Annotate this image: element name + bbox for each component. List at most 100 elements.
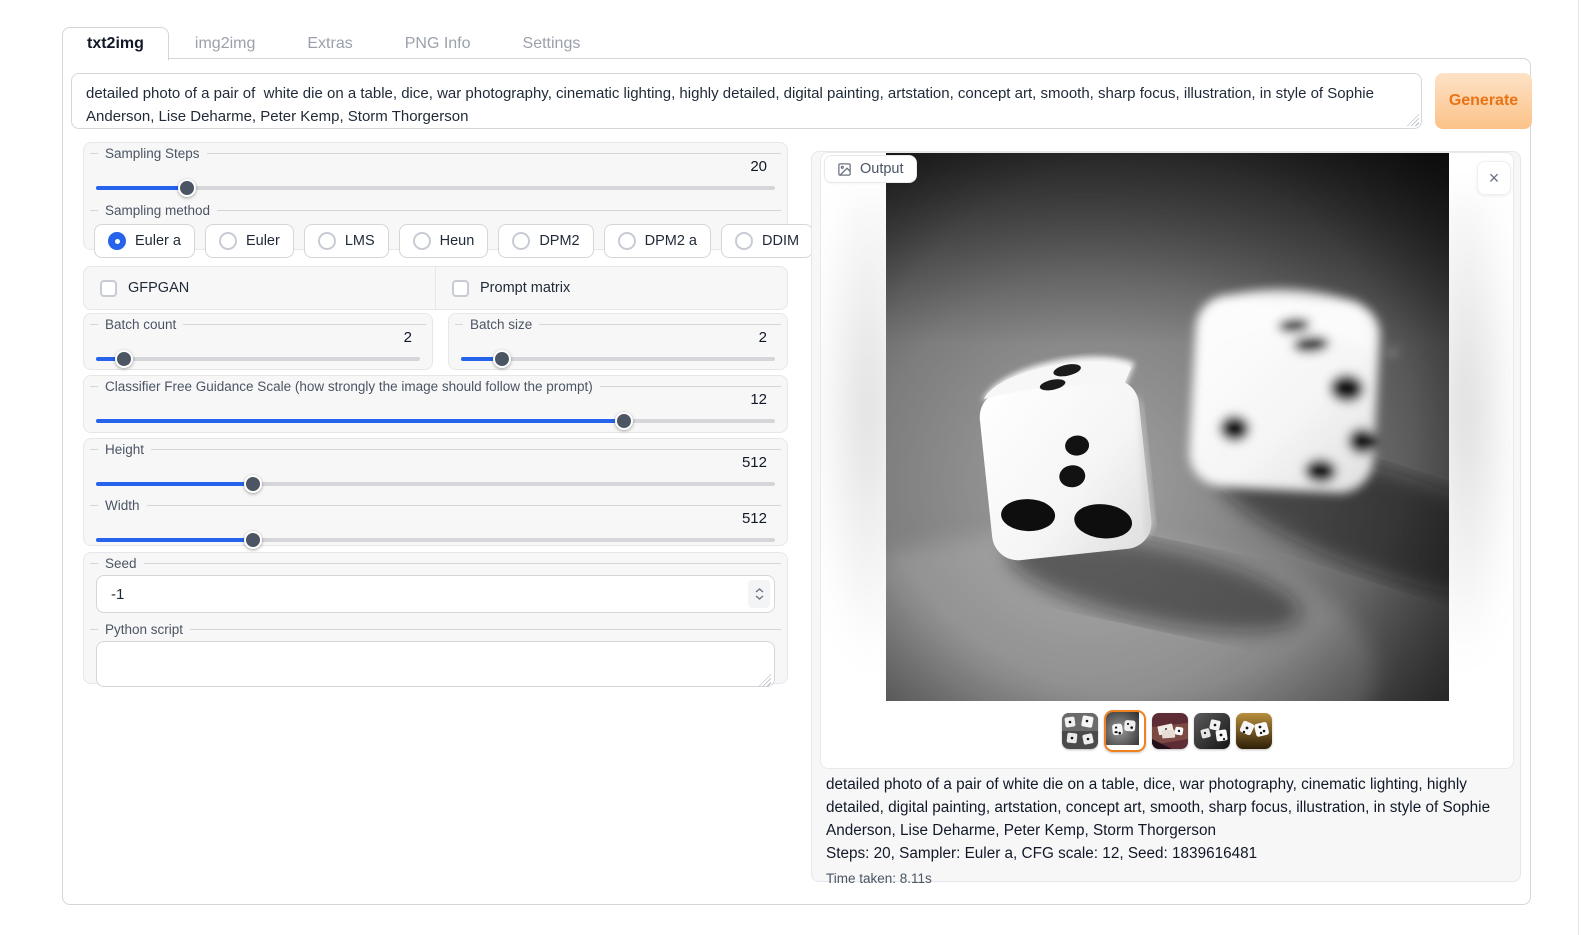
radio-icon [735, 232, 753, 250]
chevron-up-icon [755, 588, 764, 593]
seed-input[interactable] [96, 575, 775, 613]
tab-settings[interactable]: Settings [497, 28, 607, 59]
cfg-scale-field: Classifier Free Guidance Scale (how stro… [90, 386, 781, 387]
prompt-field-wrap: detailed photo of a pair of white die on… [71, 73, 1422, 129]
toggles-row: GFPGAN Prompt matrix [84, 267, 787, 309]
radio-lms[interactable]: LMS [304, 224, 389, 258]
seed-label: Seed [98, 555, 144, 572]
seed-field: Seed [90, 563, 781, 564]
batch-count-slider[interactable] [96, 350, 420, 368]
batch-count-slider-handle[interactable] [115, 350, 133, 368]
gallery-thumbnail-4[interactable] [1194, 713, 1230, 749]
radio-label: DPM2 [539, 233, 579, 249]
generated-image-dice[interactable] [886, 153, 1449, 701]
cfg-scale-label: Classifier Free Guidance Scale (how stro… [98, 378, 600, 395]
radio-label: DDIM [762, 233, 799, 249]
sampling-steps-slider[interactable] [96, 179, 775, 197]
output-info-time: Time taken: 8.11s [826, 869, 1510, 889]
gallery-thumbnail-5[interactable] [1236, 713, 1272, 749]
scrollbar-track[interactable] [1578, 0, 1579, 935]
batch-size-field: Batch size [455, 324, 781, 325]
output-label-text: Output [860, 161, 904, 177]
prompt-input[interactable]: detailed photo of a pair of white die on… [71, 73, 1422, 129]
width-label: Width [98, 497, 147, 514]
generate-button[interactable]: Generate [1435, 73, 1532, 129]
app-root: txt2img img2img Extras PNG Info Settings… [0, 0, 1594, 935]
prompt-matrix-label: Prompt matrix [480, 280, 570, 296]
sampling-steps-label: Sampling Steps [98, 145, 207, 162]
batch-size-label: Batch size [463, 316, 539, 333]
tab-txt2img[interactable]: txt2img [62, 27, 169, 61]
cfg-scale-slider-handle[interactable] [615, 412, 633, 430]
radio-euler[interactable]: Euler [205, 224, 294, 258]
width-field: Width [90, 505, 781, 506]
seed-script-group: Seed Python script [83, 552, 788, 684]
radio-icon [413, 232, 431, 250]
gallery-thumbnail-2-selected[interactable] [1104, 710, 1146, 752]
radio-euler-a[interactable]: Euler a [94, 224, 195, 258]
output-panel: Output × [811, 151, 1521, 882]
batch-count-group: Batch count 2 [83, 313, 433, 370]
main-panel: detailed photo of a pair of white die on… [62, 58, 1531, 905]
sampling-steps-field: Sampling Steps [90, 153, 781, 154]
height-field: Height [90, 449, 781, 450]
height-slider-handle[interactable] [244, 475, 262, 493]
python-script-wrap [96, 641, 775, 692]
radio-icon [618, 232, 636, 250]
output-panel-label: Output [824, 155, 917, 183]
batch-size-slider[interactable] [461, 350, 775, 368]
sampling-method-label: Sampling method [98, 202, 217, 219]
height-slider[interactable] [96, 475, 775, 493]
gallery-thumbnail-3[interactable] [1152, 713, 1188, 749]
output-info-prompt: detailed photo of a pair of white die on… [826, 774, 1510, 843]
tab-extras[interactable]: Extras [281, 28, 378, 59]
batch-size-group: Batch size 2 [448, 313, 788, 370]
python-script-input[interactable] [96, 641, 775, 687]
width-slider[interactable] [96, 531, 775, 549]
gallery-thumbnail-1[interactable] [1062, 713, 1098, 749]
sampling-group: Sampling Steps 20 Sampling method Euler … [83, 142, 788, 250]
sampling-steps-slider-handle[interactable] [178, 179, 196, 197]
gfpgan-checkbox[interactable]: GFPGAN [84, 267, 435, 309]
close-icon: × [1489, 169, 1500, 187]
radio-icon [512, 232, 530, 250]
python-script-field: Python script [90, 629, 781, 630]
toggles-group: GFPGAN Prompt matrix [83, 266, 788, 310]
radio-label: LMS [345, 233, 375, 249]
close-button[interactable]: × [1477, 161, 1511, 195]
output-info-params: Steps: 20, Sampler: Euler a, CFG scale: … [826, 843, 1510, 866]
sampling-method-field: Sampling method [90, 210, 781, 211]
checkbox-icon [100, 280, 117, 297]
tab-png-info[interactable]: PNG Info [379, 28, 497, 59]
width-slider-handle[interactable] [244, 531, 262, 549]
tab-bar: txt2img img2img Extras PNG Info Settings [62, 27, 606, 59]
width-value: 512 [84, 506, 787, 528]
radio-label: Heun [440, 233, 475, 249]
gallery-right-blur [1439, 193, 1514, 673]
output-gallery [820, 152, 1514, 769]
sampling-method-radios: Euler a Euler LMS Heun DPM2 DPM2 a DDIM … [94, 224, 777, 258]
radio-dpm2-a[interactable]: DPM2 a [604, 224, 711, 258]
output-info: detailed photo of a pair of white die on… [826, 774, 1510, 889]
prompt-matrix-checkbox[interactable]: Prompt matrix [435, 267, 787, 309]
tab-img2img[interactable]: img2img [169, 28, 281, 59]
batch-size-slider-handle[interactable] [493, 350, 511, 368]
python-script-label: Python script [98, 621, 190, 638]
radio-heun[interactable]: Heun [399, 224, 489, 258]
gallery-thumbnail-strip [821, 710, 1513, 752]
radio-label: Euler a [135, 233, 181, 249]
radio-dpm2[interactable]: DPM2 [498, 224, 593, 258]
radio-selected-icon [108, 232, 126, 250]
image-icon [837, 162, 852, 177]
height-value: 512 [84, 450, 787, 472]
dimensions-group: Height 512 Width 512 [83, 438, 788, 546]
batch-count-label: Batch count [98, 316, 183, 333]
radio-icon [318, 232, 336, 250]
cfg-scale-slider[interactable] [96, 412, 775, 430]
height-label: Height [98, 441, 151, 458]
radio-icon [219, 232, 237, 250]
radio-label: Euler [246, 233, 280, 249]
radio-ddim[interactable]: DDIM [721, 224, 813, 258]
seed-stepper[interactable] [748, 580, 770, 608]
seed-input-wrap [96, 575, 775, 613]
